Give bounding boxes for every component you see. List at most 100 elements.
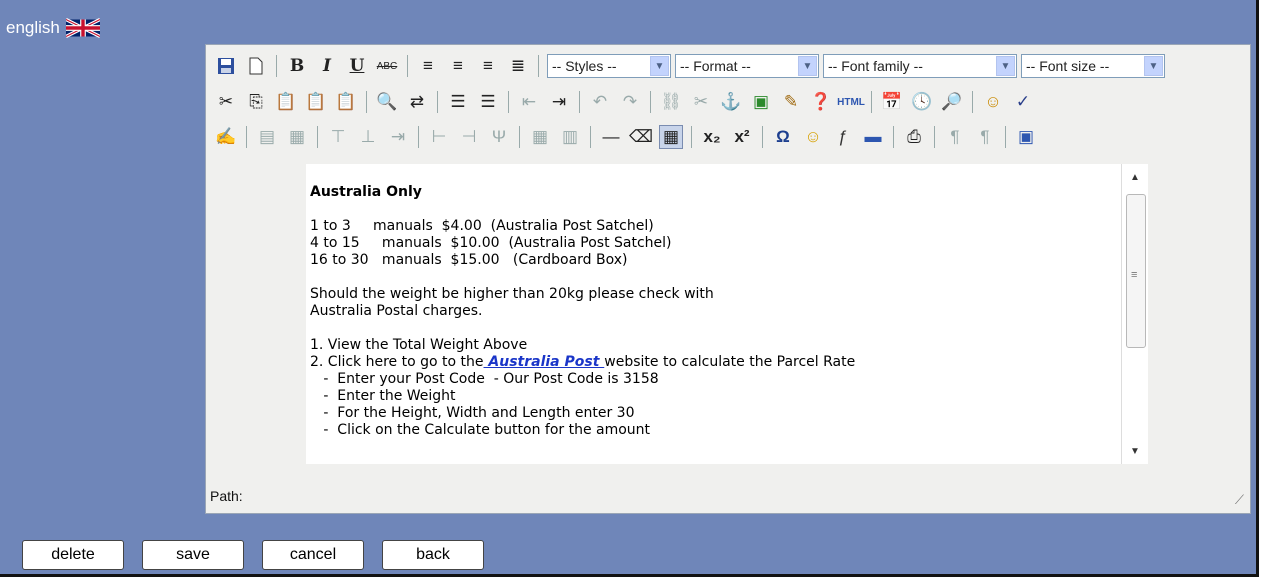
back-button[interactable]: back bbox=[382, 540, 484, 570]
scrollbar-thumb[interactable]: ≡ bbox=[1126, 194, 1146, 348]
align-justify-icon[interactable]: ≣ bbox=[506, 54, 530, 78]
insert-row-before-icon[interactable]: ⊤ bbox=[326, 125, 350, 149]
remove-format-icon[interactable]: ⌫ bbox=[629, 125, 653, 149]
action-buttons: delete save cancel back bbox=[22, 540, 484, 570]
replace-icon[interactable]: ⇄ bbox=[405, 90, 429, 114]
ltr-icon[interactable]: ¶ bbox=[943, 125, 967, 149]
page-frame: english B I U ABC ≡ ≡ ≡ ≣ -- Styles -- ▼… bbox=[0, 0, 1259, 577]
format-select[interactable]: -- Format -- ▼ bbox=[675, 54, 819, 78]
split-cells-icon[interactable]: ▦ bbox=[528, 125, 552, 149]
align-center-icon[interactable]: ≡ bbox=[446, 54, 470, 78]
strikethrough-icon[interactable]: ABC bbox=[375, 54, 399, 78]
toolbar-row-2: ✂ ⎘ 📋 📋 📋 🔍 ⇄ ☰ ☰ ⇤ ⇥ ↶ ↷ ⛓ ✂ ⚓ ▣ ✎ ❓ HT… bbox=[214, 87, 1041, 117]
help-icon[interactable]: ❓ bbox=[809, 90, 833, 114]
save-icon[interactable] bbox=[214, 54, 238, 78]
toolbar-separator bbox=[934, 126, 935, 148]
align-left-icon[interactable]: ≡ bbox=[416, 54, 440, 78]
insert-row-after-icon[interactable]: ⊥ bbox=[356, 125, 380, 149]
rtl-icon[interactable]: ¶ bbox=[973, 125, 997, 149]
new-document-icon[interactable] bbox=[244, 54, 268, 78]
content-scrollbar[interactable]: ▲ ≡ ▼ bbox=[1121, 164, 1148, 464]
toolbar-separator bbox=[508, 91, 509, 113]
resize-handle-icon[interactable]: ⟋ bbox=[1235, 492, 1244, 508]
paste-word-icon[interactable]: 📋 bbox=[334, 90, 358, 114]
rich-text-editor: B I U ABC ≡ ≡ ≡ ≣ -- Styles -- ▼ -- Form… bbox=[205, 44, 1251, 514]
styles-select[interactable]: -- Styles -- ▼ bbox=[547, 54, 671, 78]
subscript-icon[interactable]: x₂ bbox=[700, 125, 724, 149]
steps-block: 1. View the Total Weight Above 2. Click … bbox=[310, 337, 1122, 439]
editor-content-area[interactable]: Australia Only 1 to 3 manuals $4.00 (Aus… bbox=[306, 164, 1122, 464]
paste-icon[interactable]: 📋 bbox=[274, 90, 298, 114]
styles-select-value: -- Styles -- bbox=[552, 58, 617, 74]
toolbar-separator bbox=[590, 126, 591, 148]
toolbar-row-3: ✍ ▤ ▦ ⊤ ⊥ ⇥ ⊢ ⊣ Ψ ▦ ▥ — ⌫ ▦ x₂ x² Ω ☺ ƒ bbox=[214, 122, 1044, 152]
anchor-icon[interactable]: ⚓ bbox=[719, 90, 743, 114]
chevron-down-icon[interactable]: ▼ bbox=[798, 56, 817, 76]
table-row-props-icon[interactable]: ▤ bbox=[255, 125, 279, 149]
weight-note-line: Should the weight be higher than 20kg pl… bbox=[310, 286, 714, 302]
font-size-select[interactable]: -- Font size -- ▼ bbox=[1021, 54, 1165, 78]
spellcheck-icon[interactable]: ✓ bbox=[1011, 90, 1035, 114]
uk-flag-icon[interactable] bbox=[65, 18, 100, 38]
superscript-icon[interactable]: x² bbox=[730, 125, 754, 149]
outdent-icon[interactable]: ⇤ bbox=[517, 90, 541, 114]
toolbar-separator bbox=[893, 126, 894, 148]
cut-icon[interactable]: ✂ bbox=[214, 90, 238, 114]
scroll-down-icon[interactable]: ▼ bbox=[1126, 442, 1144, 460]
horizontal-rule-icon[interactable]: — bbox=[599, 125, 623, 149]
chevron-down-icon[interactable]: ▼ bbox=[996, 56, 1015, 76]
weight-note: Should the weight be higher than 20kg pl… bbox=[310, 286, 1122, 320]
toolbar-separator bbox=[972, 91, 973, 113]
toolbar-separator bbox=[317, 126, 318, 148]
image-icon[interactable]: ▣ bbox=[749, 90, 773, 114]
bold-icon[interactable]: B bbox=[285, 54, 309, 78]
link-icon[interactable]: ⛓ bbox=[659, 90, 683, 114]
emoticon-icon[interactable]: ☺ bbox=[981, 90, 1005, 114]
cleanup-icon[interactable]: ✎ bbox=[779, 90, 803, 114]
font-family-select[interactable]: -- Font family -- ▼ bbox=[823, 54, 1017, 78]
scroll-up-icon[interactable]: ▲ bbox=[1126, 168, 1144, 186]
preview-icon[interactable]: 🔎 bbox=[940, 90, 964, 114]
flash-icon[interactable]: ƒ bbox=[831, 125, 855, 149]
media-icon[interactable]: ▬ bbox=[861, 125, 885, 149]
redo-icon[interactable]: ↷ bbox=[618, 90, 642, 114]
toolbar-separator bbox=[418, 126, 419, 148]
australia-post-link[interactable]: Australia Post bbox=[484, 354, 605, 370]
html-source-icon[interactable]: HTML bbox=[837, 90, 865, 114]
undo-icon[interactable]: ↶ bbox=[588, 90, 612, 114]
merge-cells-icon[interactable]: ▥ bbox=[558, 125, 582, 149]
indent-icon[interactable]: ⇥ bbox=[547, 90, 571, 114]
emotion-icon[interactable]: ☺ bbox=[801, 125, 825, 149]
paste-text-icon[interactable]: 📋 bbox=[304, 90, 328, 114]
delete-button[interactable]: delete bbox=[22, 540, 124, 570]
insert-date-icon[interactable]: 📅 bbox=[880, 90, 904, 114]
chevron-down-icon[interactable]: ▼ bbox=[1144, 56, 1163, 76]
italic-icon[interactable]: I bbox=[315, 54, 339, 78]
align-right-icon[interactable]: ≡ bbox=[476, 54, 500, 78]
copy-icon[interactable]: ⎘ bbox=[244, 90, 268, 114]
special-char-icon[interactable]: Ω bbox=[771, 125, 795, 149]
substep-line: - Enter your Post Code - Our Post Code i… bbox=[310, 371, 659, 387]
save-button[interactable]: save bbox=[142, 540, 244, 570]
toolbar-separator bbox=[538, 55, 539, 77]
table-icon[interactable]: ▦ bbox=[659, 125, 683, 149]
table-cell-props-icon[interactable]: ▦ bbox=[285, 125, 309, 149]
toolbar-separator bbox=[691, 126, 692, 148]
cancel-button[interactable]: cancel bbox=[262, 540, 364, 570]
edit-css-icon[interactable]: ✍ bbox=[214, 125, 238, 149]
unlink-icon[interactable]: ✂ bbox=[689, 90, 713, 114]
fullscreen-icon[interactable]: ▣ bbox=[1014, 125, 1038, 149]
substep-line: - Enter the Weight bbox=[310, 388, 456, 404]
bullet-list-icon[interactable]: ☰ bbox=[446, 90, 470, 114]
chevron-down-icon[interactable]: ▼ bbox=[650, 56, 669, 76]
underline-icon[interactable]: U bbox=[345, 54, 369, 78]
insert-col-before-icon[interactable]: ⊢ bbox=[427, 125, 451, 149]
find-icon[interactable]: 🔍 bbox=[375, 90, 399, 114]
font-family-select-value: -- Font family -- bbox=[828, 58, 923, 74]
delete-col-icon[interactable]: Ψ bbox=[487, 125, 511, 149]
delete-row-icon[interactable]: ⇥ bbox=[386, 125, 410, 149]
insert-time-icon[interactable]: 🕓 bbox=[910, 90, 934, 114]
print-icon[interactable]: ⎙ bbox=[902, 125, 926, 149]
insert-col-after-icon[interactable]: ⊣ bbox=[457, 125, 481, 149]
numbered-list-icon[interactable]: ☰ bbox=[476, 90, 500, 114]
